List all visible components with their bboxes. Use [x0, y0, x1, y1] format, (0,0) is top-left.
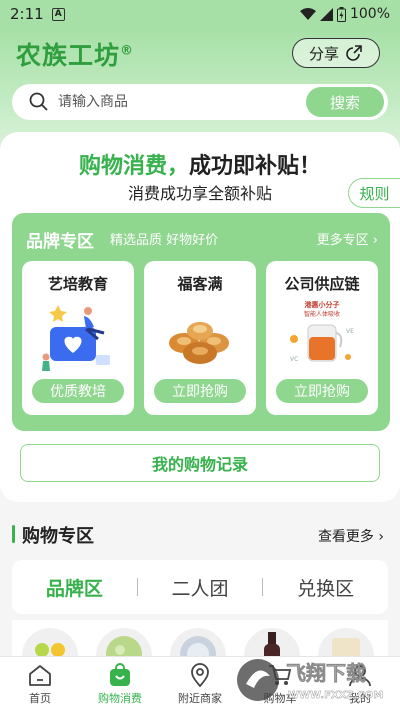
app-logo: 农族工坊® — [16, 36, 134, 72]
nav-label: 购物消费 — [98, 691, 142, 705]
brand-card-name: 艺培教育 — [47, 275, 108, 293]
share-button[interactable]: 分享 — [292, 38, 380, 68]
brand-card-education[interactable]: 艺培教育 优质教培 — [22, 261, 134, 415]
brand-card-fukeman[interactable]: 福客满 立即抢购 — [144, 261, 256, 415]
search-button[interactable]: 搜索 — [306, 87, 384, 117]
chevron-right-icon: › — [372, 233, 378, 248]
tab-group-buy[interactable]: 二人团 — [138, 574, 263, 601]
product-list — [12, 620, 388, 658]
cell-signal-icon — [319, 7, 333, 21]
tab-brand-zone[interactable]: 品牌区 — [12, 574, 137, 601]
logo-text: 农族工坊 — [16, 41, 121, 70]
brand-card-name: 公司供应链 — [284, 275, 360, 293]
svg-text:VE: VE — [346, 328, 354, 335]
svg-text:WWW.FXXZ.COM: WWW.FXXZ.COM — [288, 690, 383, 701]
status-time: 2:11 — [10, 5, 44, 23]
brand-zone: 品牌专区 精选品质 好物好价 更多专区 › 艺培教育 优质教培 福客满 立即抢购… — [12, 213, 390, 431]
battery-percent: 100% — [349, 6, 390, 22]
education-illustration — [42, 305, 110, 371]
supply-product-image: 港惠小分子 智能人体吸收 VC VE — [290, 300, 354, 363]
registered-mark: ® — [120, 43, 135, 59]
wifi-icon — [299, 7, 316, 20]
share-label: 分享 — [308, 44, 339, 63]
chevron-right-icon: › — [378, 529, 384, 545]
promo-title: 购物消费，成功即补贴！ — [0, 148, 400, 180]
product-thumbnail[interactable] — [170, 628, 226, 658]
search-icon — [29, 92, 48, 111]
brand-zone-more-label: 更多专区 — [316, 233, 369, 248]
brand-zone-more-link[interactable]: 更多专区 › — [317, 229, 378, 248]
brand-zone-subtitle: 精选品质 好物好价 — [110, 233, 219, 248]
product-thumbnail[interactable] — [96, 628, 152, 658]
promo-subtitle: 消费成功享全额补贴 — [127, 184, 272, 203]
brand-card-button[interactable]: 优质教培 — [32, 379, 124, 403]
nav-home[interactable]: 首页 — [0, 657, 80, 710]
nav-shopping[interactable]: 购物消费 — [80, 657, 160, 710]
status-right: 100% — [299, 6, 390, 22]
location-pin-icon — [191, 662, 209, 687]
product-thumbnail[interactable] — [22, 628, 78, 658]
notification-badge: A — [51, 7, 65, 21]
svg-text:智能人体吸收: 智能人体吸收 — [304, 310, 340, 318]
status-bar: 2:11 A 100% — [0, 0, 400, 28]
brand-card-button[interactable]: 立即抢购 — [276, 379, 368, 403]
nav-nearby[interactable]: 附近商家 — [160, 657, 240, 710]
pastry-image — [169, 322, 229, 364]
brand-card-name: 福客满 — [177, 275, 223, 293]
rules-button[interactable]: 规则 — [348, 178, 400, 208]
shopping-bag-icon — [110, 662, 130, 686]
svg-text:飞翔下载: 飞翔下载 — [286, 661, 366, 685]
svg-text:港惠小分子: 港惠小分子 — [305, 300, 340, 309]
nav-label: 附近商家 — [178, 691, 222, 705]
nav-label: 首页 — [29, 691, 51, 705]
promo-title-main: 成功即补贴！ — [189, 154, 322, 179]
section-accent-bar — [12, 525, 15, 543]
svg-text:VC: VC — [290, 356, 298, 363]
search-input[interactable] — [58, 94, 306, 110]
battery-icon — [336, 6, 346, 22]
tab-exchange-zone[interactable]: 兑换区 — [263, 574, 388, 601]
promo-title-highlight: 购物消费， — [78, 154, 189, 179]
brand-card-button[interactable]: 立即抢购 — [154, 379, 246, 403]
brand-zone-title: 品牌专区 — [26, 232, 94, 252]
share-icon — [346, 45, 362, 61]
brand-card-supply-chain[interactable]: 公司供应链 港惠小分子 智能人体吸收 VC VE 立即抢购 — [266, 261, 378, 415]
shopping-zone-more-link[interactable]: 查看更多 › — [318, 526, 384, 546]
shopping-zone-title: 购物专区 — [22, 526, 94, 547]
shopping-zone-header: 购物专区 查看更多 › — [0, 520, 400, 550]
home-icon — [29, 664, 51, 686]
watermark-logo: 飞翔下载 WWW.FXXZ.COM — [237, 659, 383, 701]
search-bar: 搜索 — [12, 84, 388, 120]
shopping-records-button[interactable]: 我的购物记录 — [20, 444, 380, 482]
shopping-zone-more-label: 查看更多 — [317, 529, 374, 545]
category-tabs: 品牌区 二人团 兑换区 — [12, 560, 388, 614]
